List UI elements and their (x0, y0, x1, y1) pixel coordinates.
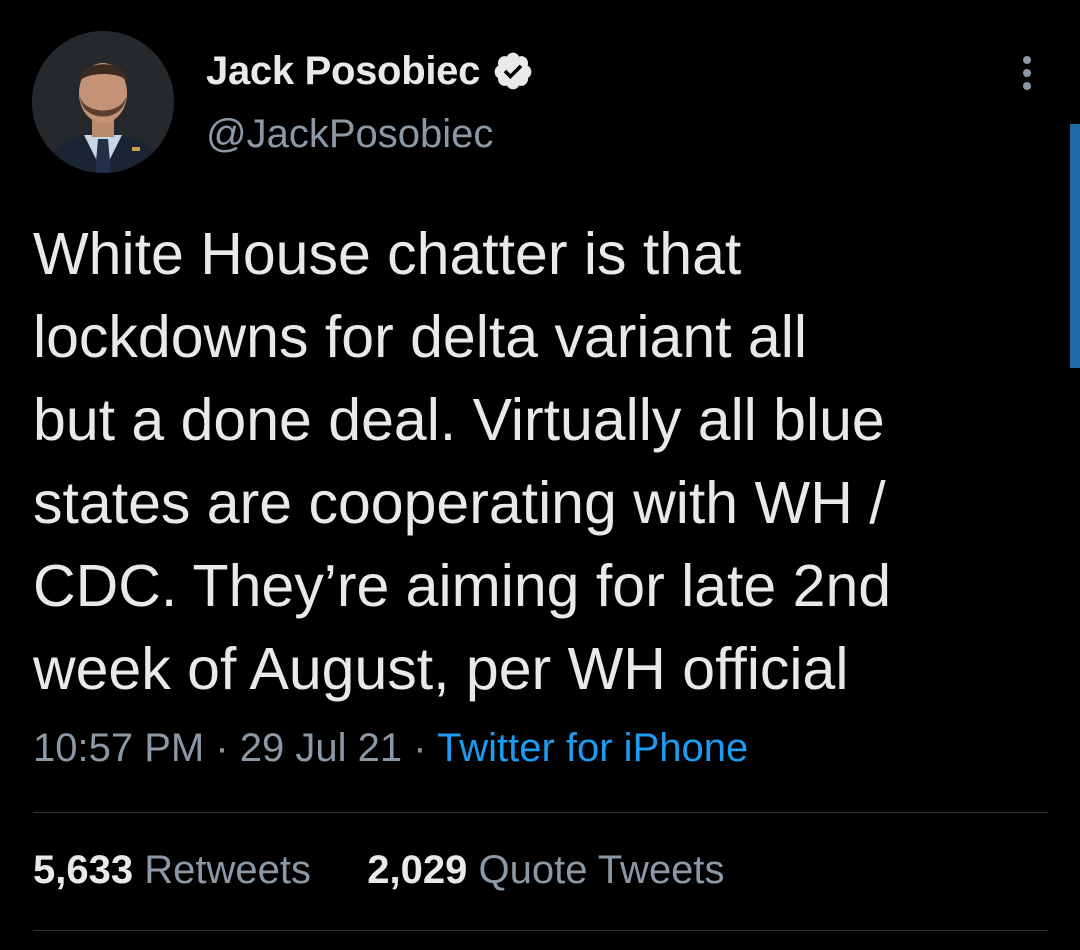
author-display-name[interactable]: Jack Posobiec (206, 49, 480, 94)
author-name-row: Jack Posobiec (206, 44, 534, 98)
tweet-stats: 5,633 Retweets 2,029 Quote Tweets (33, 848, 725, 893)
tweet-date[interactable]: 29 Jul 21 (240, 726, 402, 770)
tweet-source-link[interactable]: Twitter for iPhone (437, 726, 748, 770)
retweets-stat[interactable]: 5,633 Retweets (33, 848, 322, 892)
tweet-header: Jack Posobiec @JackPosobiec (0, 0, 1080, 200)
scroll-indicator[interactable] (1070, 124, 1080, 368)
retweets-count: 5,633 (33, 848, 134, 892)
quote-tweets-label: Quote Tweets (478, 848, 725, 892)
tweet-meta: 10:57 PM · 29 Jul 21 · Twitter for iPhon… (33, 726, 748, 771)
avatar-image (32, 31, 174, 173)
meta-separator: · (413, 726, 427, 770)
tweet-text: White House chatter is that lockdowns fo… (33, 221, 892, 702)
divider (33, 930, 1048, 931)
verified-badge-icon (492, 50, 534, 92)
more-options-icon[interactable] (1012, 52, 1042, 94)
meta-separator: · (215, 726, 229, 770)
divider (33, 812, 1048, 813)
tweet-time[interactable]: 10:57 PM (33, 726, 204, 770)
quote-tweets-count: 2,029 (367, 848, 468, 892)
quote-tweets-stat[interactable]: 2,029 Quote Tweets (367, 848, 724, 892)
retweets-label: Retweets (144, 848, 311, 892)
author-handle[interactable]: @JackPosobiec (206, 112, 493, 157)
avatar[interactable] (32, 31, 174, 173)
